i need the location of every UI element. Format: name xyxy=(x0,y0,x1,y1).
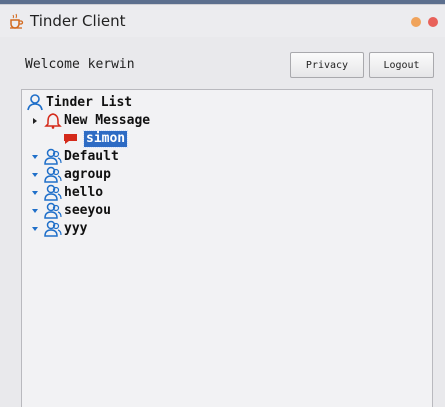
group-icon xyxy=(44,166,62,183)
tree-group-seeyou[interactable]: seeyou xyxy=(30,202,111,219)
expand-arrow-icon[interactable] xyxy=(30,188,40,198)
expand-arrow-icon[interactable] xyxy=(30,170,40,180)
expanded-arrow-icon[interactable] xyxy=(30,116,40,126)
group-label: hello xyxy=(64,184,104,200)
group-icon xyxy=(44,220,62,237)
group-label: yyy xyxy=(64,220,88,236)
tinder-client-window: Tinder Client Welcome kerwin Privacy Log… xyxy=(0,4,445,407)
group-icon xyxy=(44,202,62,219)
tree-group-agroup[interactable]: agroup xyxy=(30,166,111,183)
tree-root-label: Tinder List xyxy=(46,94,133,110)
group-icon xyxy=(44,184,62,201)
tree-group-yyy[interactable]: yyy xyxy=(30,220,87,237)
group-icon xyxy=(44,148,62,165)
tree-root[interactable]: Tinder List xyxy=(26,94,132,111)
expand-arrow-icon[interactable] xyxy=(30,152,40,162)
title-bar[interactable]: Tinder Client xyxy=(0,5,445,37)
group-label: seeyou xyxy=(64,202,111,218)
tree-node-new-message[interactable]: New Message xyxy=(30,112,150,129)
tree-leaf-simon[interactable]: simon xyxy=(62,129,129,148)
tree-group-default[interactable]: Default xyxy=(30,148,119,165)
privacy-button[interactable]: Privacy xyxy=(290,52,364,78)
expand-arrow-icon[interactable] xyxy=(30,224,40,234)
group-label: agroup xyxy=(64,166,111,182)
contact-tree[interactable]: Tinder List New Message simon Default ag… xyxy=(21,89,433,407)
bell-icon xyxy=(44,113,62,129)
new-message-label: New Message xyxy=(64,112,151,128)
selected-contact-label[interactable]: simon xyxy=(82,129,129,148)
expand-arrow-icon[interactable] xyxy=(30,206,40,216)
java-app-icon xyxy=(10,13,24,29)
group-label: Default xyxy=(64,148,119,164)
minimize-button[interactable] xyxy=(411,17,421,27)
window-title: Tinder Client xyxy=(30,12,126,30)
user-icon xyxy=(27,94,43,111)
close-button[interactable] xyxy=(428,17,438,27)
welcome-label: Welcome kerwin xyxy=(25,57,135,72)
tree-group-hello[interactable]: hello xyxy=(30,184,103,201)
logout-button[interactable]: Logout xyxy=(369,52,434,78)
message-icon xyxy=(64,134,77,144)
